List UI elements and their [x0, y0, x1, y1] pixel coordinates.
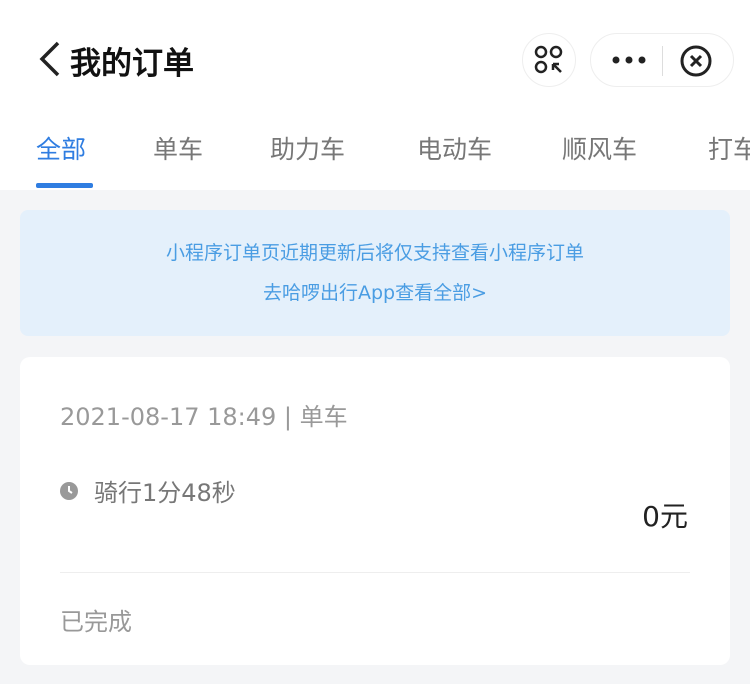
order-status: 已完成 — [60, 608, 132, 636]
notice-banner: 小程序订单页近期更新后将仅支持查看小程序订单 去哈啰出行App查看全部> — [20, 210, 730, 336]
more-icon[interactable] — [611, 50, 647, 70]
tab-taxi[interactable]: 打车 — [708, 130, 750, 166]
ride-duration-row: 骑行1分48秒 — [60, 473, 236, 508]
tab-indicator — [36, 183, 93, 188]
capsule-divider — [662, 46, 663, 76]
order-datetime: 2021-08-17 18:49 | 单车 — [60, 403, 348, 431]
tab-ebike-assist[interactable]: 助力车 — [270, 130, 345, 166]
ride-duration: 骑行1分48秒 — [94, 479, 236, 507]
page-title: 我的订单 — [70, 46, 194, 82]
tab-bike[interactable]: 单车 — [153, 130, 203, 166]
scan-button[interactable] — [522, 33, 576, 87]
open-app-link[interactable]: 去哈啰出行App查看全部> — [20, 273, 730, 313]
header: 我的订单 全部 单车 助力车 电动车 顺风车 打车 — [0, 0, 750, 190]
capsule-menu — [590, 33, 734, 87]
notice-text: 小程序订单页近期更新后将仅支持查看小程序订单 — [165, 242, 584, 264]
close-icon[interactable] — [679, 44, 713, 78]
scan-icon — [534, 45, 563, 74]
order-card[interactable]: 2021-08-17 18:49 | 单车 骑行1分48秒 0元 已完成 — [20, 357, 730, 665]
order-price: 0元 — [642, 500, 688, 533]
tab-carpool[interactable]: 顺风车 — [562, 130, 637, 166]
divider — [60, 572, 690, 573]
back-arrow-icon[interactable] — [36, 40, 64, 78]
tab-electric[interactable]: 电动车 — [417, 130, 492, 166]
clock-icon — [60, 481, 78, 500]
tab-all[interactable]: 全部 — [36, 130, 86, 166]
